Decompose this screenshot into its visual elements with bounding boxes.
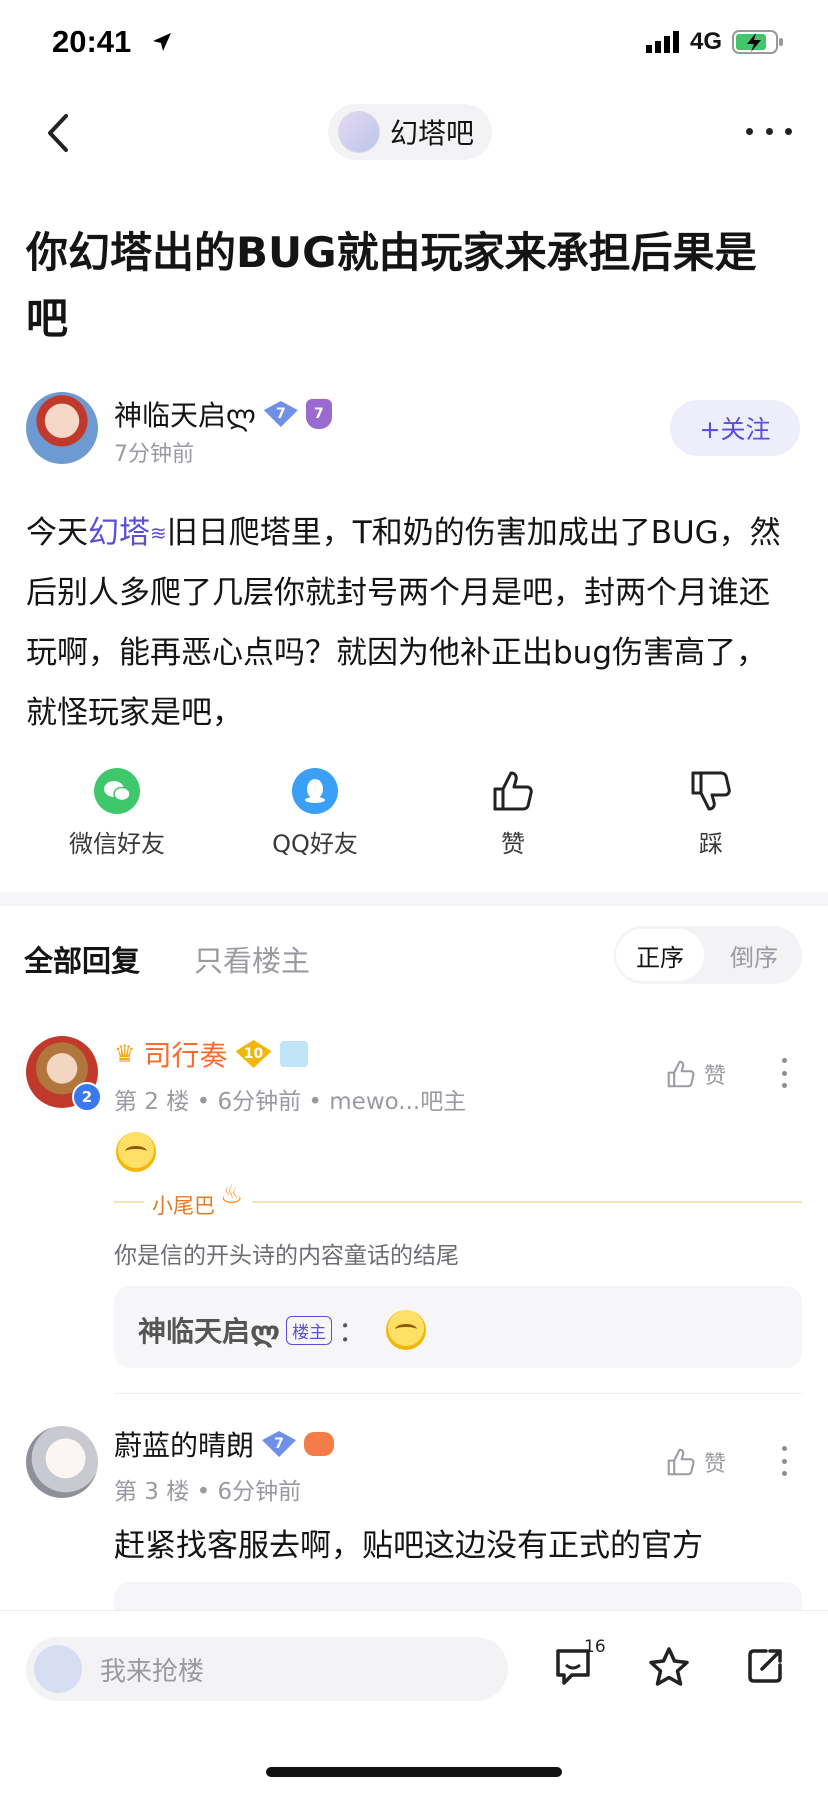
level-badge: 7	[262, 1431, 297, 1457]
wechat-icon	[94, 768, 140, 814]
post-time: 7分钟前	[114, 442, 194, 467]
level-badge: 7	[263, 401, 298, 427]
reply-meta: 第 2 楼 • 6分钟前 • mewo...吧主	[114, 1089, 467, 1115]
reply-author-name: 蔚蓝的晴朗	[114, 1429, 255, 1462]
reply-name-row[interactable]: 蔚蓝的晴朗 7	[114, 1424, 335, 1464]
dislike-post-button[interactable]: 踩	[656, 768, 766, 859]
reply-like-label: 赞	[704, 1452, 727, 1477]
sort-desc-button[interactable]: 倒序	[710, 929, 798, 981]
thumbs-up-icon	[490, 768, 536, 814]
qq-icon	[292, 768, 338, 814]
battery-charging-icon	[732, 30, 783, 54]
tab-all-replies[interactable]: 全部回复	[24, 938, 140, 980]
thumbs-up-icon	[667, 1448, 695, 1476]
home-indicator[interactable]	[266, 1767, 562, 1777]
flame-icon: ♨	[220, 1180, 244, 1210]
body-text-prefix: 今天	[26, 515, 88, 551]
reply-like-button[interactable]: 赞	[666, 1446, 726, 1478]
forum-chip[interactable]: 幻塔吧	[328, 104, 493, 160]
post-body: 今天幻塔≋旧日爬塔里，T和奶的伤害加成出了BUG，然后别人多爬了几层你就封号两个…	[26, 503, 796, 743]
reply-input-placeholder: 我来抢楼	[100, 1656, 205, 1687]
comment-count: 16	[584, 1637, 606, 1657]
author-avatar[interactable]	[26, 392, 98, 464]
sub-reply-box[interactable]: 神临天启ლ 楼主 ：	[114, 1286, 802, 1368]
reply-meta: 第 3 楼 • 6分钟前	[114, 1479, 302, 1505]
reply-like-label: 赞	[704, 1064, 727, 1089]
share-qq-label: QQ好友	[272, 830, 358, 858]
signal-icon	[645, 31, 679, 53]
reply-signature: 你是信的开头诗的内容童话的结尾	[114, 1243, 459, 1269]
reply-more-button[interactable]	[782, 1058, 788, 1088]
reply-input[interactable]: 我来抢楼	[26, 1637, 508, 1701]
share-qq-button[interactable]: QQ好友	[260, 768, 370, 859]
author-name-row[interactable]: 神临天启ლ 7 7	[114, 394, 332, 434]
forum-link[interactable]: 幻塔	[88, 515, 150, 551]
sort-asc-button[interactable]: 正序	[616, 929, 704, 981]
reply-avatar[interactable]	[26, 1426, 98, 1498]
gem-icon	[279, 1041, 308, 1067]
status-indicators: 4G	[645, 28, 784, 56]
bottom-bar: 我来抢楼 16	[0, 1610, 828, 1793]
forum-name: 幻塔吧	[390, 117, 475, 150]
location-arrow-icon	[150, 30, 174, 58]
back-button[interactable]	[40, 110, 76, 156]
star-icon	[649, 1647, 689, 1686]
share-wechat-button[interactable]: 微信好友	[62, 768, 172, 859]
follow-button[interactable]: +关注	[670, 400, 800, 456]
reply-more-button[interactable]	[782, 1446, 788, 1476]
reply-divider	[114, 1393, 802, 1394]
sub-reply-separator: ：	[338, 1315, 367, 1348]
section-divider	[0, 892, 828, 906]
sort-toggle: 正序 倒序	[614, 926, 802, 984]
post-title: 你幻塔出的BUG就由玩家来承担后果是吧	[26, 228, 757, 343]
forum-link-icon: ≋	[150, 521, 167, 545]
tail-divider-right	[252, 1201, 802, 1203]
status-time: 20:41	[52, 24, 132, 59]
member-badge-icon: 7	[305, 399, 332, 429]
level-badge: 10	[235, 1040, 272, 1068]
dislike-post-label: 踩	[699, 830, 723, 858]
reply-like-button[interactable]: 赞	[666, 1058, 726, 1090]
like-post-button[interactable]: 赞	[458, 768, 568, 859]
chevron-left-icon	[48, 114, 68, 152]
share-arrow-icon	[748, 1649, 782, 1683]
carrier-label: 4G	[689, 28, 722, 55]
like-post-label: 赞	[501, 830, 525, 858]
reply-author-name: 司行奏	[143, 1039, 228, 1072]
gamepad-icon	[304, 1432, 335, 1456]
thumbs-down-icon	[688, 768, 734, 814]
sub-reply-author: 神临天启ლ	[138, 1315, 281, 1348]
smile-emoji-icon	[386, 1310, 427, 1350]
smile-emoji-icon	[116, 1132, 156, 1172]
op-tag: 楼主	[286, 1315, 333, 1345]
favorite-button[interactable]	[646, 1645, 692, 1693]
author-name: 神临天启ლ	[114, 399, 256, 432]
moderator-badge: 2	[72, 1082, 102, 1112]
tail-label: 小尾巴	[152, 1194, 215, 1218]
thumbs-up-icon	[667, 1060, 695, 1088]
tail-divider-left	[114, 1201, 144, 1203]
more-options-button[interactable]	[746, 118, 792, 144]
crown-icon: ♛	[114, 1040, 136, 1068]
share-wechat-label: 微信好友	[69, 830, 165, 858]
sub-reply-row: 神临天启ლ 楼主 ：	[138, 1310, 427, 1350]
forum-avatar	[338, 111, 380, 153]
user-avatar	[34, 1645, 82, 1693]
reply-content: 赶紧找客服去啊，贴吧这边没有正式的官方	[114, 1528, 703, 1564]
tab-op-only[interactable]: 只看楼主	[194, 938, 310, 980]
share-button[interactable]	[744, 1645, 786, 1691]
reply-name-row[interactable]: ♛ 司行奏 10	[114, 1034, 308, 1074]
